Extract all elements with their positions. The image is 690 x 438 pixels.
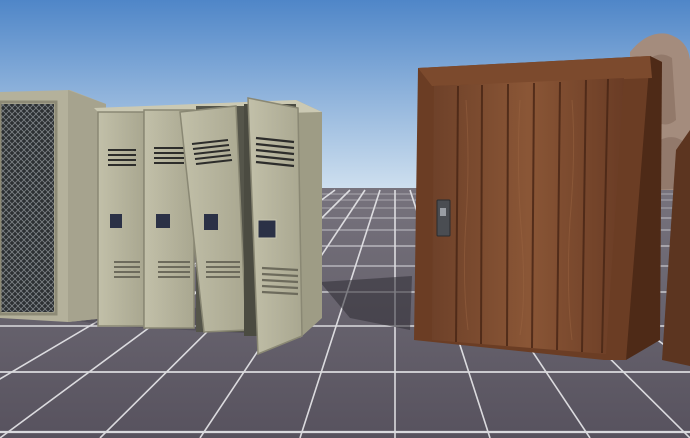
gym-locker-bank[interactable]: [94, 97, 322, 356]
locker-nameplate: [156, 214, 170, 228]
locker-door-1[interactable]: [97, 111, 145, 327]
locker-door-4[interactable]: [244, 97, 303, 356]
locker-nameplate: [110, 214, 122, 228]
game-viewport[interactable]: [0, 0, 690, 438]
cage-locker-mesh: [0, 104, 54, 312]
door-handle-icon[interactable]: [436, 199, 451, 237]
locker-nameplate: [204, 214, 218, 230]
cage-locker[interactable]: [0, 90, 106, 322]
door-panel[interactable]: [432, 78, 624, 354]
scene-canvas[interactable]: [0, 0, 690, 438]
locker-nameplate: [257, 219, 277, 239]
wooden-door[interactable]: [414, 56, 662, 360]
